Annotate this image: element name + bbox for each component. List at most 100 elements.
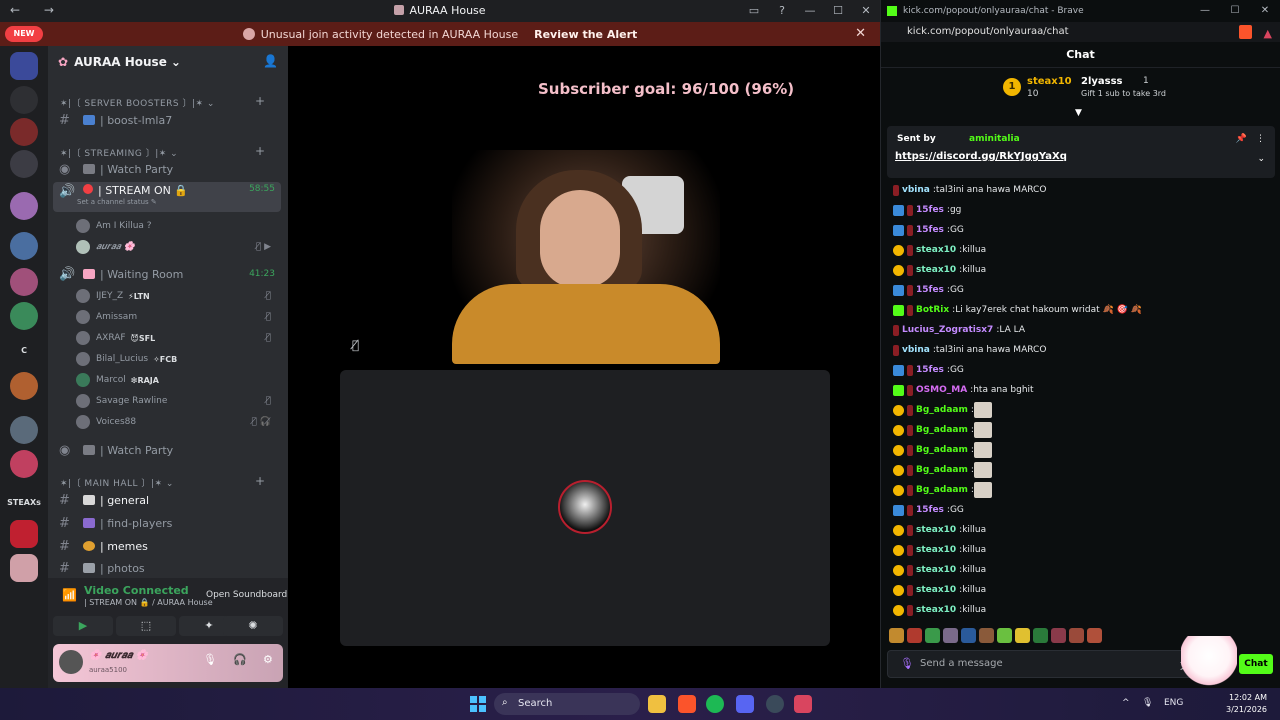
chat-username[interactable]: Bg_adaam [916, 445, 968, 455]
chat-username[interactable]: steax10 [916, 545, 956, 555]
avatar[interactable] [59, 650, 83, 674]
channel-watch-party[interactable]: ◉ | Watch Party [53, 159, 281, 179]
pinned-author[interactable]: aminitalia [969, 134, 1020, 144]
chat-message[interactable]: BotRix: Li kay7erek chat hakoum wridat 🍂… [881, 300, 1280, 320]
chat-message[interactable]: 15fes: GG [881, 280, 1280, 300]
voice-user[interactable]: Amissam 🎙̸ [76, 307, 281, 327]
voice-user[interactable]: Marcol ❇RAJA [76, 370, 281, 390]
brave-icon[interactable] [678, 695, 696, 713]
address-bar[interactable]: kick.com/popout/onlyauraa/chat ▲ [881, 22, 1280, 42]
emote[interactable] [925, 628, 940, 643]
chat-username[interactable]: steax10 [916, 265, 956, 275]
chat-message[interactable]: 15fes: gg [881, 200, 1280, 220]
chat-username[interactable]: Bg_adaam [916, 465, 968, 475]
chat-message[interactable]: Bg_adaam: [881, 440, 1280, 460]
server-icon-12[interactable] [10, 520, 38, 548]
address-text[interactable]: kick.com/popout/onlyauraa/chat [907, 26, 1069, 37]
chat-message[interactable]: steax10: killua [881, 520, 1280, 540]
chat-message[interactable]: 15fes: GG [881, 220, 1280, 240]
voice-location[interactable]: | STREAM ON 🔒 / AURAA House [84, 598, 213, 607]
emote[interactable] [907, 628, 922, 643]
chat-message[interactable]: Lucius_Zogratisx7: LA LA [881, 320, 1280, 340]
system-clock[interactable]: 12:02 AM 3/21/2026 [1226, 692, 1267, 716]
emote[interactable] [1087, 628, 1102, 643]
server-icon-2[interactable] [10, 86, 38, 114]
inbox-icon[interactable]: ▭ [740, 0, 768, 22]
chat-username[interactable]: Bg_adaam [916, 405, 968, 415]
chat-username[interactable]: steax10 [916, 585, 956, 595]
emote[interactable] [961, 628, 976, 643]
stream-stage[interactable]: Subscriber goal: 96/100 (96%) 🎙̸ [288, 46, 880, 688]
server-icon-3[interactable] [10, 118, 38, 146]
maximize-button[interactable]: ☐ [1220, 0, 1250, 22]
emote[interactable] [979, 628, 994, 643]
taskbar-search[interactable]: ⌕ Search [494, 693, 640, 715]
message-placeholder[interactable]: Send a message [920, 658, 1003, 669]
brave-icon-2[interactable] [794, 695, 812, 713]
chat-username[interactable]: 15fes [916, 285, 944, 295]
chat-message[interactable]: Bg_adaam: [881, 420, 1280, 440]
server-icon-13[interactable] [10, 554, 38, 582]
microphone-icon[interactable]: 🎙 [203, 653, 217, 666]
gear-icon[interactable]: ⚙ [263, 653, 273, 666]
brave-rewards-icon[interactable]: ▲ [1264, 24, 1272, 44]
more-options-icon[interactable]: ⋮ [1256, 134, 1265, 144]
close-button[interactable]: ✕ [852, 0, 880, 22]
file-explorer-icon[interactable] [648, 695, 666, 713]
chat-username[interactable]: steax10 [916, 245, 956, 255]
server-label-steaxs[interactable]: STEAXs [0, 498, 48, 507]
chat-message[interactable]: steax10: killua [881, 600, 1280, 620]
message-input[interactable]: 🎙 Send a message 文 ☺ [887, 650, 1223, 678]
server-icon-7[interactable] [10, 268, 38, 296]
channel-memes[interactable]: # | memes [53, 536, 281, 556]
chat-username[interactable]: OSMO_MA [916, 385, 967, 395]
server-icon-5[interactable] [10, 192, 38, 220]
channel-find-players[interactable]: # | find-players [53, 513, 281, 533]
voice-user[interactable]: IJEY_Z ⚡LTN 🎙̸ [76, 286, 281, 306]
chat-username[interactable]: Bg_adaam [916, 485, 968, 495]
display-name[interactable]: 🌸 𝒂𝒖𝒓𝒂𝒂 🌸 [89, 650, 148, 661]
chat-message[interactable]: Bg_adaam: [881, 460, 1280, 480]
server-icon-4[interactable] [10, 150, 38, 178]
voice-user[interactable]: AXRAF 😈SFL 🎙̸ [76, 328, 281, 348]
category-streaming[interactable]: ✶|〔 STREAMING 〕|✶ ⌄ + [60, 144, 265, 159]
emote[interactable] [1069, 628, 1084, 643]
headphones-icon[interactable]: 🎧 [233, 653, 247, 666]
chat-message[interactable]: 15fes: GG [881, 500, 1280, 520]
chat-message[interactable]: steax10: killua [881, 560, 1280, 580]
soundboard-button[interactable]: ✺ [223, 616, 283, 636]
steam-icon[interactable] [766, 695, 784, 713]
channel-general[interactable]: # | general [53, 490, 281, 510]
chat-username[interactable]: Bg_adaam [916, 425, 968, 435]
chat-username[interactable]: vbina [902, 345, 930, 355]
pin-icon[interactable]: 📌 [1236, 134, 1247, 144]
camera-button[interactable]: ▶ [53, 616, 113, 636]
language-indicator[interactable]: ENG [1164, 698, 1183, 708]
webcam-feed[interactable] [452, 150, 720, 364]
voice-status[interactable]: Video Connected [84, 584, 189, 597]
add-channel-icon[interactable]: + [255, 474, 266, 488]
category-main-hall[interactable]: ✶|〔 MAIN HALL 〕|✶ ⌄ + [60, 474, 265, 489]
server-icon-1[interactable] [10, 52, 38, 80]
voice-user[interactable]: Voices88 🎙̸ 🎧̸ [76, 412, 281, 432]
second-gifter-name[interactable]: 2lyasss [1081, 76, 1123, 87]
voice-user[interactable]: Am I Killua ? [76, 216, 281, 236]
emote[interactable] [943, 628, 958, 643]
chat-message[interactable]: steax10: killua [881, 540, 1280, 560]
voice-user[interactable]: Savage Rawline 🎙̸ [76, 391, 281, 411]
server-icon-6[interactable] [10, 232, 38, 260]
minimize-button[interactable]: — [796, 0, 824, 22]
emote[interactable] [1015, 628, 1030, 643]
discord-invite-link[interactable]: https://discord.gg/RkYJggYaXq [895, 151, 1067, 162]
chat-message[interactable]: Bg_adaam: [881, 400, 1280, 420]
chat-username[interactable]: steax10 [916, 605, 956, 615]
invite-people-icon[interactable]: 👤 [263, 54, 278, 68]
chat-message[interactable]: steax10: killua [881, 240, 1280, 260]
server-label-c[interactable]: C [0, 346, 48, 355]
chat-username[interactable]: steax10 [916, 565, 956, 575]
spotify-icon[interactable] [706, 695, 724, 713]
gift-prompt[interactable]: Gift 1 sub to take 3rd [1081, 89, 1166, 98]
chat-send-button[interactable]: Chat [1239, 654, 1273, 674]
chat-username[interactable]: BotRix [916, 305, 949, 315]
category-server-boosters[interactable]: ✶|〔 SERVER BOOSTERS 〕|✶ ⌄ + [60, 94, 265, 109]
